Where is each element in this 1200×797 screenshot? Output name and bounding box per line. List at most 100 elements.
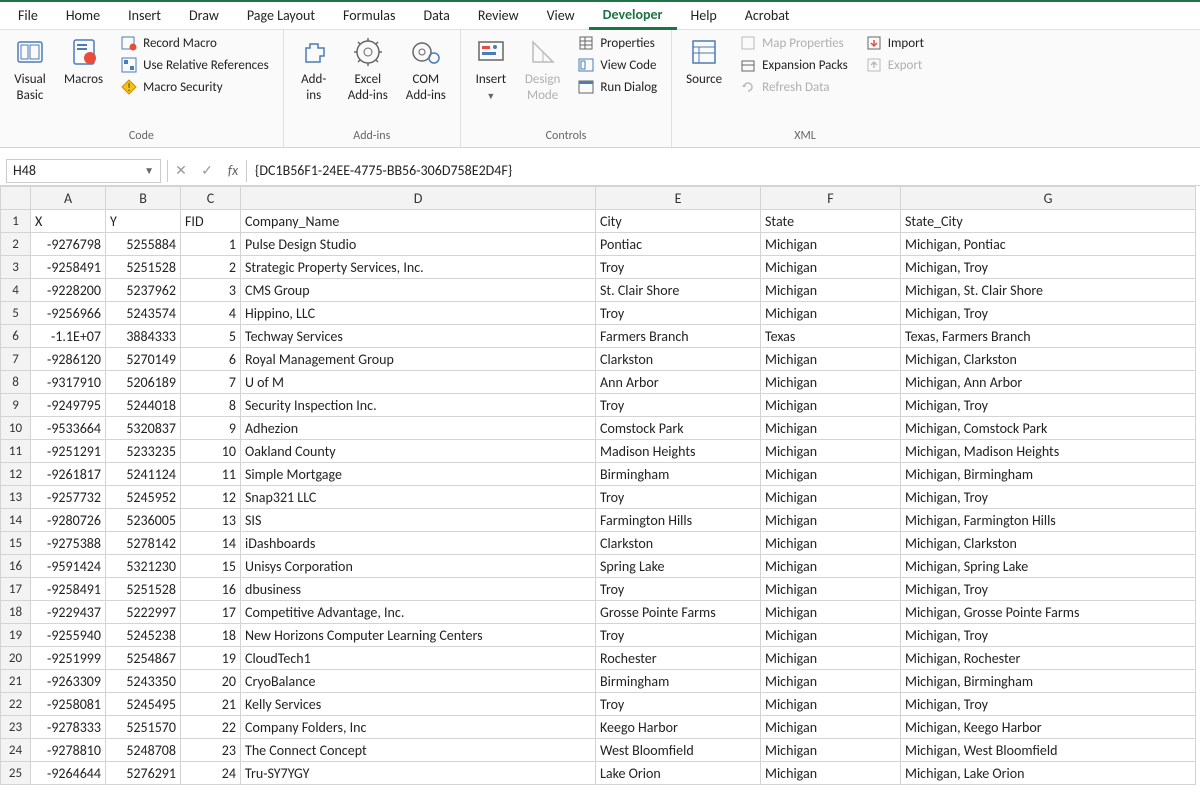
cell[interactable]: 7 [181, 371, 241, 394]
cell[interactable]: Clarkston [596, 348, 761, 371]
cell[interactable]: -9264644 [31, 762, 106, 785]
cell[interactable]: 5248708 [106, 739, 181, 762]
cell[interactable]: -9251999 [31, 647, 106, 670]
cell[interactable]: 21 [181, 693, 241, 716]
cell[interactable]: 5236005 [106, 509, 181, 532]
row-header[interactable]: 7 [1, 348, 31, 371]
cell[interactable]: Troy [596, 256, 761, 279]
cell[interactable]: 5243350 [106, 670, 181, 693]
cell[interactable]: Michigan, Birmingham [901, 463, 1196, 486]
cell[interactable]: -1.1E+07 [31, 325, 106, 348]
cell[interactable]: Michigan, Grosse Pointe Farms [901, 601, 1196, 624]
cell[interactable]: Michigan, Pontiac [901, 233, 1196, 256]
menu-insert[interactable]: Insert [114, 3, 175, 28]
cell[interactable]: Michigan, St. Clair Shore [901, 279, 1196, 302]
cell[interactable]: Michigan [761, 348, 901, 371]
cell[interactable]: -9286120 [31, 348, 106, 371]
menu-formulas[interactable]: Formulas [329, 3, 409, 28]
row-header[interactable]: 16 [1, 555, 31, 578]
row-header[interactable]: 6 [1, 325, 31, 348]
cell[interactable]: Michigan, Troy [901, 624, 1196, 647]
cell[interactable]: 17 [181, 601, 241, 624]
cell[interactable]: -9317910 [31, 371, 106, 394]
cell[interactable]: -9258081 [31, 693, 106, 716]
macros-button[interactable]: Macros [60, 34, 107, 90]
cell[interactable]: Michigan, Clarkston [901, 532, 1196, 555]
cell[interactable]: 5206189 [106, 371, 181, 394]
cancel-formula-button[interactable]: ✕ [168, 162, 194, 179]
row-header[interactable]: 2 [1, 233, 31, 256]
cell[interactable]: Michigan [761, 532, 901, 555]
cell[interactable]: -9276798 [31, 233, 106, 256]
cell[interactable]: Pontiac [596, 233, 761, 256]
cell[interactable]: The Connect Concept [241, 739, 596, 762]
cell[interactable]: Tru-SY7YGY [241, 762, 596, 785]
cell[interactable]: City [596, 210, 761, 233]
cell[interactable]: Madison Heights [596, 440, 761, 463]
cell[interactable]: -9258491 [31, 256, 106, 279]
column-header-B[interactable]: B [106, 187, 181, 210]
export-button[interactable]: Export [862, 56, 928, 74]
view-code-button[interactable]: View Code [574, 56, 661, 74]
cell[interactable]: Simple Mortgage [241, 463, 596, 486]
cell[interactable]: Farmington Hills [596, 509, 761, 532]
cell[interactable]: Michigan [761, 624, 901, 647]
cell[interactable]: 23 [181, 739, 241, 762]
worksheet[interactable]: ABCDEFG 1XYFIDCompany_NameCityStateState… [0, 186, 1200, 797]
column-header-G[interactable]: G [901, 187, 1196, 210]
column-header-D[interactable]: D [241, 187, 596, 210]
cell[interactable]: Michigan [761, 486, 901, 509]
cell[interactable]: 3884333 [106, 325, 181, 348]
row-header[interactable]: 20 [1, 647, 31, 670]
cell[interactable]: Royal Management Group [241, 348, 596, 371]
cell[interactable]: 11 [181, 463, 241, 486]
insert-function-button[interactable]: fx [220, 162, 246, 179]
cell[interactable]: -9258491 [31, 578, 106, 601]
cell[interactable]: Michigan, Lake Orion [901, 762, 1196, 785]
cell[interactable]: -9275388 [31, 532, 106, 555]
row-header[interactable]: 8 [1, 371, 31, 394]
cell[interactable]: CMS Group [241, 279, 596, 302]
column-header-E[interactable]: E [596, 187, 761, 210]
cell[interactable]: Troy [596, 486, 761, 509]
row-header[interactable]: 13 [1, 486, 31, 509]
com-addins-button[interactable]: COM Add-ins [402, 34, 450, 105]
row-header[interactable]: 3 [1, 256, 31, 279]
map-properties-button[interactable]: Map Properties [736, 34, 852, 52]
cell[interactable]: Strategic Property Services, Inc. [241, 256, 596, 279]
row-header[interactable]: 12 [1, 463, 31, 486]
cell[interactable]: Birmingham [596, 463, 761, 486]
cell[interactable]: -9278333 [31, 716, 106, 739]
cell[interactable]: Michigan [761, 716, 901, 739]
cell[interactable]: State [761, 210, 901, 233]
cell[interactable]: 5245952 [106, 486, 181, 509]
cell[interactable]: 5251528 [106, 578, 181, 601]
cell[interactable]: 5245238 [106, 624, 181, 647]
row-header[interactable]: 19 [1, 624, 31, 647]
cell[interactable]: -9249795 [31, 394, 106, 417]
row-header[interactable]: 5 [1, 302, 31, 325]
cell[interactable]: Michigan, West Bloomfield [901, 739, 1196, 762]
cell[interactable]: SIS [241, 509, 596, 532]
cell[interactable]: dbusiness [241, 578, 596, 601]
run-dialog-button[interactable]: Run Dialog [574, 78, 661, 96]
column-header-A[interactable]: A [31, 187, 106, 210]
cell[interactable]: -9229437 [31, 601, 106, 624]
row-header[interactable]: 15 [1, 532, 31, 555]
cell[interactable]: Troy [596, 302, 761, 325]
cell[interactable]: Michigan [761, 509, 901, 532]
select-all-corner[interactable] [1, 187, 31, 210]
cell[interactable]: CloudTech1 [241, 647, 596, 670]
cell[interactable]: 24 [181, 762, 241, 785]
cell[interactable]: Grosse Pointe Farms [596, 601, 761, 624]
cell[interactable]: Michigan [761, 693, 901, 716]
cell[interactable]: Michigan [761, 601, 901, 624]
cell[interactable]: 20 [181, 670, 241, 693]
cell[interactable]: 9 [181, 417, 241, 440]
cell[interactable]: Troy [596, 624, 761, 647]
cell[interactable]: Michigan [761, 233, 901, 256]
cell[interactable]: Michigan, Troy [901, 394, 1196, 417]
cell[interactable]: Y [106, 210, 181, 233]
row-header[interactable]: 10 [1, 417, 31, 440]
cell[interactable]: 18 [181, 624, 241, 647]
